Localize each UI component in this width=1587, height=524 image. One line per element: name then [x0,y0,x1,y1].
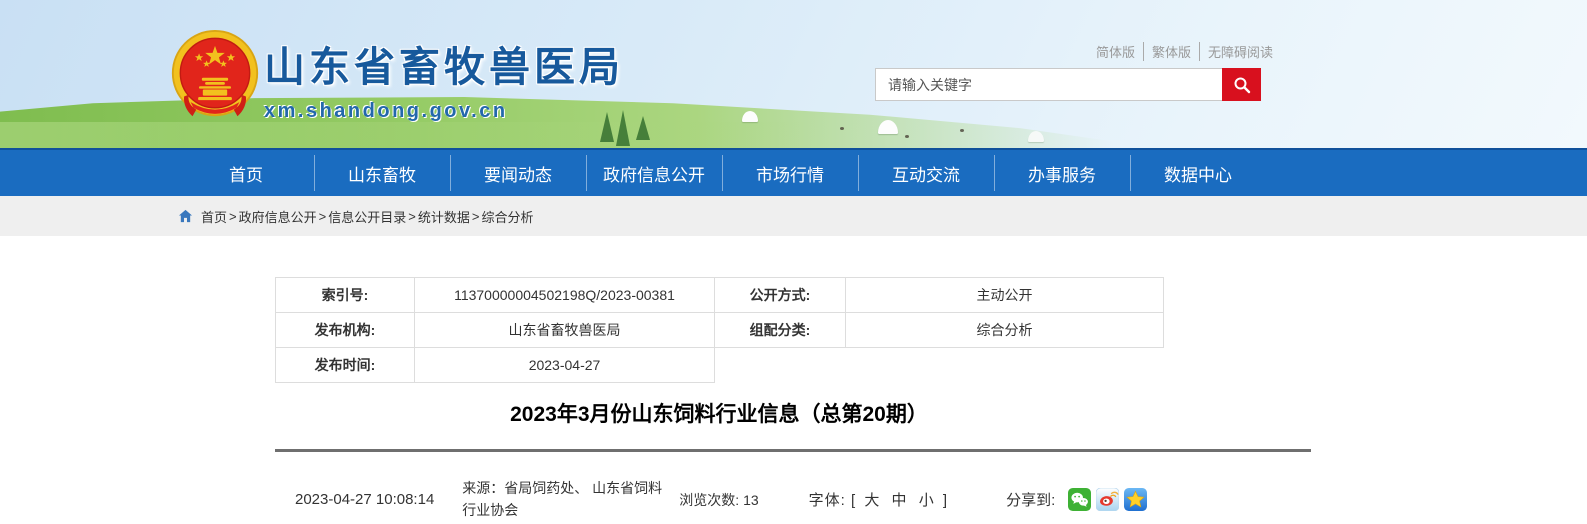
link-accessibility[interactable]: 无障碍阅读 [1199,42,1281,61]
breadcrumb-separator: > [408,209,416,224]
breadcrumb-gov-info[interactable]: 政府信息公开 [239,207,317,226]
nav-item-interaction[interactable]: 互动交流 [858,150,994,196]
main-nav: 首页 山东畜牧 要闻动态 政府信息公开 市场行情 互动交流 办事服务 数据中心 [0,148,1587,196]
grassland-highlight [0,122,900,148]
document-info-table: 索引号: 11370000004502198Q/2023-00381 公开方式:… [275,277,1164,383]
breadcrumb-separator: > [319,209,327,224]
qzone-share-icon[interactable] [1124,488,1147,511]
livestock-speck [840,127,844,130]
title-divider [275,449,1311,452]
tree-shape [636,116,650,140]
disclosure-method-value: 主动公开 [846,278,1164,313]
site-url: xm.shandong.gov.cn [264,100,624,123]
publish-date-value: 2023-04-27 [415,348,715,383]
header-version-links: 简体版 繁体版 无障碍阅读 [1088,42,1258,61]
nav-item-news[interactable]: 要闻动态 [450,150,586,196]
national-emblem-logo [170,27,260,121]
issuing-agency-value: 山东省畜牧兽医局 [415,313,715,348]
article-content: 索引号: 11370000004502198Q/2023-00381 公开方式:… [275,277,1311,521]
publish-datetime: 2023-04-27 10:08:14 [295,491,434,508]
font-size-small-button[interactable]: 小 [916,492,938,509]
breadcrumb-bar: 首页 > 政府信息公开 > 信息公开目录 > 统计数据 > 综合分析 [0,196,1587,236]
search-bar [875,68,1261,101]
font-size-control: 字体: [ 大 中 小 ] [809,489,948,510]
home-icon [178,209,193,223]
breadcrumb-home[interactable]: 首页 [201,207,227,226]
font-size-large-button[interactable]: 大 [861,492,883,509]
breadcrumb-separator: > [472,209,480,224]
share-label: 分享到: [1006,489,1055,510]
table-row: 发布时间: 2023-04-27 [276,348,1164,383]
nav-item-home[interactable]: 首页 [178,150,314,196]
empty-cell [715,348,1164,383]
category-value: 综合分析 [846,313,1164,348]
nav-item-data-center[interactable]: 数据中心 [1130,150,1266,196]
breadcrumb-statistics[interactable]: 统计数据 [418,207,470,226]
weibo-share-icon[interactable] [1096,488,1119,511]
breadcrumb-comprehensive-analysis[interactable]: 综合分析 [481,207,533,226]
breadcrumb: 首页 > 政府信息公开 > 信息公开目录 > 统计数据 > 综合分析 [178,207,533,226]
publish-date-label: 发布时间: [276,348,415,383]
view-count-label: 浏览次数: [679,492,739,508]
site-title: 山东省畜牧兽医局 [264,33,624,93]
link-simplified-chinese[interactable]: 简体版 [1088,42,1143,61]
index-number-value: 11370000004502198Q/2023-00381 [415,278,715,313]
link-traditional-chinese[interactable]: 繁体版 [1143,42,1199,61]
nav-item-shandong-animal-husbandry[interactable]: 山东畜牧 [314,150,450,196]
font-size-medium-button[interactable]: 中 [889,492,911,509]
search-input[interactable] [875,68,1222,101]
nav-item-market-quotes[interactable]: 市场行情 [722,150,858,196]
search-icon [1233,76,1251,94]
category-label: 组配分类: [715,313,846,348]
nav-item-services[interactable]: 办事服务 [994,150,1130,196]
breadcrumb-info-catalog[interactable]: 信息公开目录 [328,207,406,226]
article-source: 来源：省局饲药处、 山东省饲料行业协会 [462,478,667,521]
index-number-label: 索引号: [276,278,415,313]
page-title: 2023年3月份山东饲料行业信息（总第20期） [275,398,1163,428]
main-nav-items: 首页 山东畜牧 要闻动态 政府信息公开 市场行情 互动交流 办事服务 数据中心 [178,150,1587,196]
view-count: 浏览次数: 13 [679,490,758,510]
article-meta-row: 2023-04-27 10:08:14 来源：省局饲药处、 山东省饲料行业协会 … [275,478,1311,521]
table-row: 发布机构: 山东省畜牧兽医局 组配分类: 综合分析 [276,313,1164,348]
share-bar: 分享到: [1006,488,1147,511]
table-row: 索引号: 11370000004502198Q/2023-00381 公开方式:… [276,278,1164,313]
disclosure-method-label: 公开方式: [715,278,846,313]
font-bracket: ] [943,492,948,509]
nav-item-gov-info-disclosure[interactable]: 政府信息公开 [586,150,722,196]
font-bracket: [ [851,492,856,509]
livestock-speck [905,135,909,138]
font-size-label: 字体: [809,492,846,509]
view-count-value: 13 [743,492,759,508]
site-header: 山东省畜牧兽医局 xm.shandong.gov.cn 简体版 繁体版 无障碍阅… [0,0,1587,148]
issuing-agency-label: 发布机构: [276,313,415,348]
search-button[interactable] [1222,68,1261,101]
livestock-speck [960,129,964,132]
breadcrumb-separator: > [229,209,237,224]
site-brand: 山东省畜牧兽医局 xm.shandong.gov.cn [264,33,624,123]
wechat-share-icon[interactable] [1068,488,1091,511]
